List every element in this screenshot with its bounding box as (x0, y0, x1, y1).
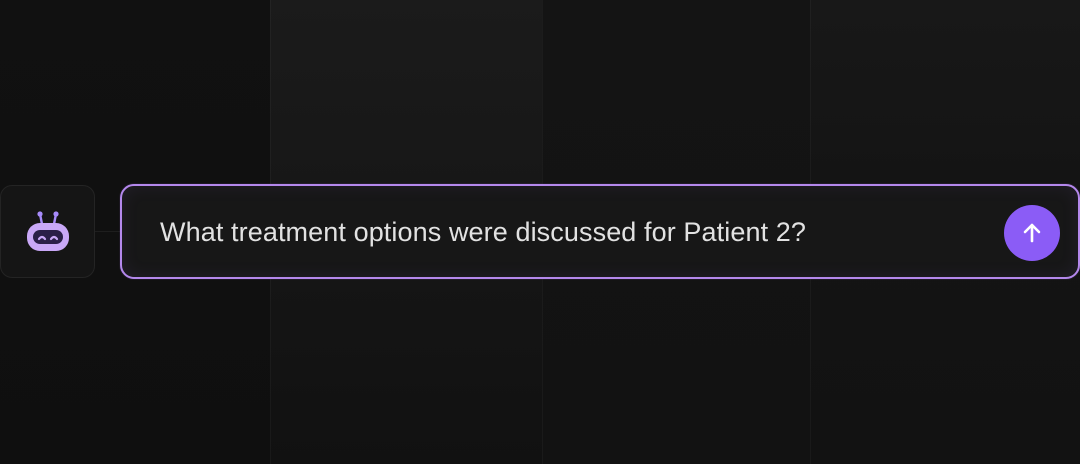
send-button[interactable] (1004, 205, 1060, 261)
connector-line (95, 231, 121, 232)
background-stage: What treatment options were discussed fo… (0, 0, 1080, 464)
chat-input-text[interactable]: What treatment options were discussed fo… (160, 217, 806, 248)
chat-input-field[interactable]: What treatment options were discussed fo… (120, 184, 1080, 279)
assistant-avatar (0, 185, 95, 278)
arrow-up-icon (1023, 223, 1041, 243)
robot-icon (26, 210, 69, 251)
